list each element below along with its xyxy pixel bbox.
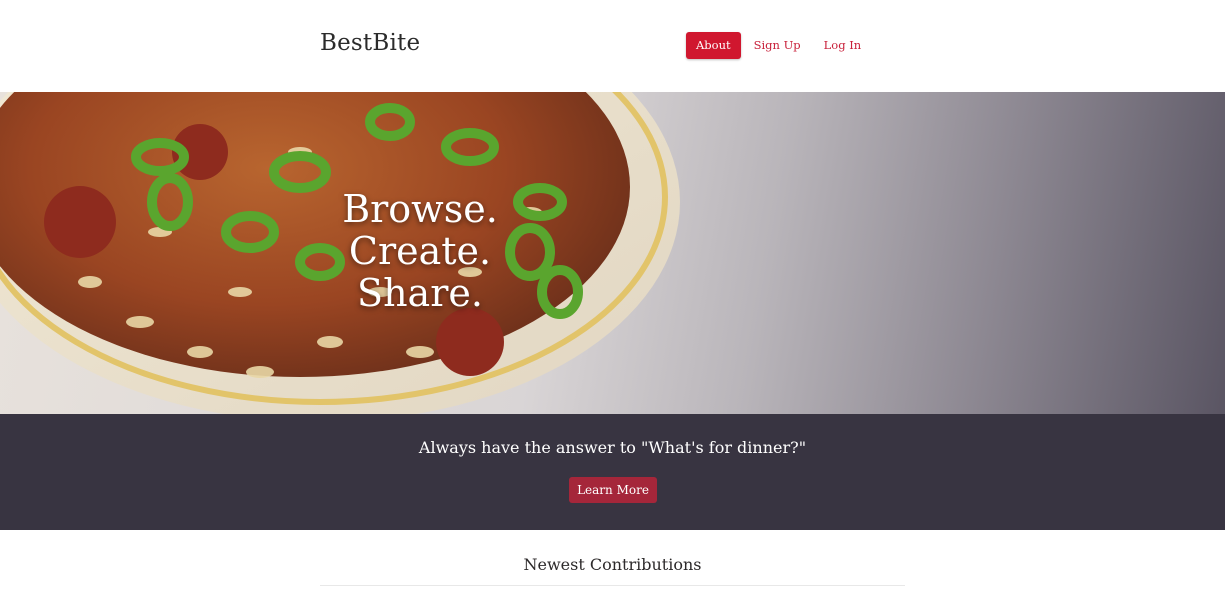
section-divider [320,585,905,586]
hero-tagline: Browse. Create. Share. [300,188,540,314]
hero-banner: Browse. Create. Share. [0,92,1225,414]
newest-contributions-title: Newest Contributions [523,555,702,574]
top-nav: About Sign Up Log In [686,32,884,59]
hero-food-image [0,92,680,414]
nav-signup[interactable]: Sign Up [754,32,801,59]
hero-line-create: Create. [348,229,492,273]
hero-line-share: Share. [357,271,483,315]
navbar: BestBite About Sign Up Log In [0,0,1225,92]
brand-logo[interactable]: BestBite [320,30,420,56]
promo-title: Always have the answer to "What's for di… [418,438,807,457]
nav-about[interactable]: About [686,32,741,59]
learn-more-button[interactable]: Learn More [569,477,657,503]
promo-band: Always have the answer to "What's for di… [0,414,1225,530]
nav-login[interactable]: Log In [824,32,862,59]
hero-line-browse: Browse. [342,187,498,231]
